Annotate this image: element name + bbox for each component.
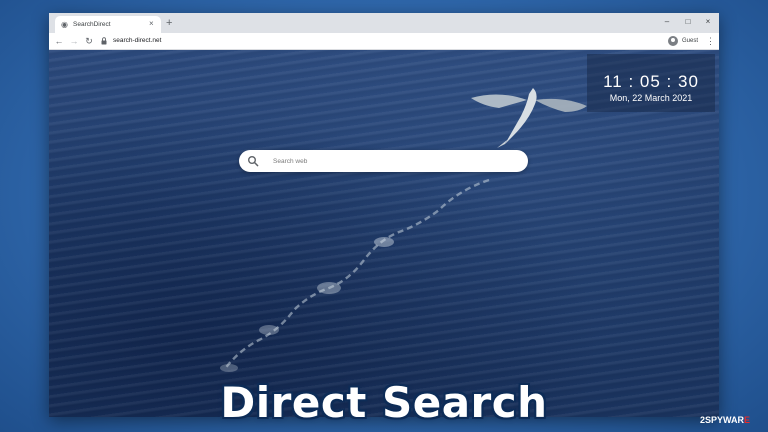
tab-bar: ◉ SearchDirect × + – □ × (49, 13, 719, 33)
search-icon (248, 156, 259, 167)
clock-date: Mon, 22 March 2021 (609, 93, 693, 103)
tab-searchdirect[interactable]: ◉ SearchDirect × (55, 16, 161, 33)
forward-button[interactable]: → (68, 35, 80, 47)
lock-icon (101, 37, 107, 45)
globe-icon: ◉ (61, 20, 68, 29)
url-text: search-direct.net (113, 37, 162, 44)
search-box[interactable] (239, 150, 528, 172)
caption-title: Direct Search (220, 378, 548, 427)
reload-button[interactable]: ↻ (83, 35, 95, 47)
tab-title: SearchDirect (73, 21, 111, 28)
back-button[interactable]: ← (53, 35, 65, 47)
flying-fish-image (471, 88, 587, 148)
watermark-logo: 2SPYWARE (700, 414, 750, 426)
profile-button[interactable]: Guest (667, 34, 699, 48)
maximize-button[interactable]: □ (681, 15, 695, 29)
address-bar[interactable]: search-direct.net (101, 35, 661, 47)
avatar-icon (668, 36, 678, 46)
close-window-button[interactable]: × (701, 15, 715, 29)
new-tab-button[interactable]: + (166, 17, 172, 29)
browser-window: ◉ SearchDirect × + – □ × ← → ↻ search-di… (49, 13, 719, 417)
water-splash-image (220, 178, 490, 372)
menu-button[interactable]: ⋮ (706, 35, 715, 47)
page-content: 11 : 05 : 30 Mon, 22 March 2021 (49, 50, 719, 417)
minimize-button[interactable]: – (660, 15, 674, 29)
search-input[interactable] (273, 154, 513, 168)
toolbar: ← → ↻ search-direct.net Guest ⋮ (49, 33, 719, 50)
clock-time: 11 : 05 : 30 (603, 72, 699, 91)
tab-close-icon[interactable]: × (149, 19, 154, 29)
watermark-accent: E (744, 415, 751, 425)
watermark-prefix: 2SPYWAR (700, 415, 745, 425)
profile-label: Guest (682, 38, 699, 44)
clock-widget: 11 : 05 : 30 Mon, 22 March 2021 (587, 54, 715, 112)
